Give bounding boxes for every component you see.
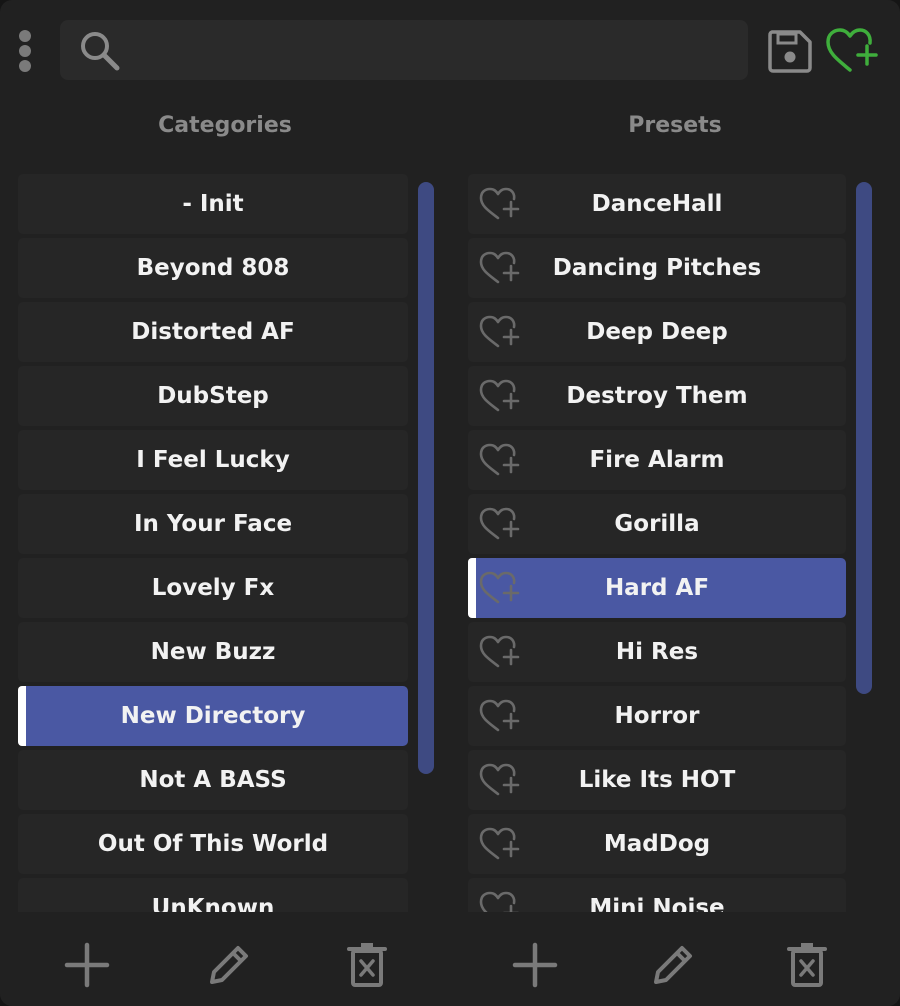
heart-plus-icon[interactable] — [478, 314, 522, 350]
preset-item[interactable]: Destroy Them — [468, 366, 846, 426]
heart-plus-icon[interactable] — [478, 762, 522, 798]
plus-icon[interactable] — [512, 942, 558, 988]
category-item[interactable]: Distorted AF — [18, 302, 408, 362]
category-item[interactable]: - Init — [18, 174, 408, 234]
preset-item[interactable]: Horror — [468, 686, 846, 746]
trash-icon[interactable] — [786, 942, 828, 988]
preset-item[interactable]: DanceHall — [468, 174, 846, 234]
category-item[interactable]: Lovely Fx — [18, 558, 408, 618]
item-label: Not A BASS — [139, 767, 287, 793]
heart-plus-icon[interactable] — [478, 826, 522, 862]
trash-icon[interactable] — [346, 942, 388, 988]
item-label: Beyond 808 — [136, 255, 290, 281]
bottom-toolbar — [0, 920, 900, 1006]
item-label: UnKnown — [151, 895, 275, 912]
item-label: Lovely Fx — [151, 575, 275, 601]
preset-browser: Categories Presets - Init Beyond 808 Disto… — [0, 0, 900, 1006]
heart-plus-icon[interactable] — [478, 890, 522, 912]
category-item[interactable]: Beyond 808 — [18, 238, 408, 298]
item-label: - Init — [182, 191, 244, 217]
preset-item[interactable]: Deep Deep — [468, 302, 846, 362]
categories-header: Categories — [158, 113, 292, 138]
category-item[interactable]: UnKnown — [18, 878, 408, 912]
item-label: Destroy Them — [566, 383, 748, 409]
heart-plus-icon[interactable] — [478, 250, 522, 286]
item-label: Distorted AF — [131, 319, 295, 345]
preset-item[interactable]: Gorilla — [468, 494, 846, 554]
search-icon — [81, 32, 120, 71]
item-label: Like Its HOT — [578, 767, 736, 793]
item-label: Fire Alarm — [589, 447, 725, 473]
pencil-icon[interactable] — [650, 942, 696, 988]
heart-plus-icon[interactable] — [478, 378, 522, 414]
heart-plus-icon[interactable] — [478, 186, 522, 222]
vertical-dots-icon[interactable] — [10, 28, 40, 74]
preset-item[interactable]: Hi Res — [468, 622, 846, 682]
item-label: DubStep — [157, 383, 269, 409]
item-label: Out Of This World — [97, 831, 329, 857]
categories-list: - Init Beyond 808 Distorted AF DubStep I Fee… — [18, 174, 408, 912]
categories-scrollbar[interactable] — [418, 182, 434, 774]
presets-list: DanceHall Dancing Pitches Deep Deep Destroy… — [468, 174, 846, 912]
floppy-disk-icon[interactable] — [766, 28, 814, 74]
preset-item[interactable]: Hard AF — [468, 558, 846, 618]
category-item[interactable]: Not A BASS — [18, 750, 408, 810]
item-label: I Feel Lucky — [136, 447, 290, 473]
item-label: MadDog — [603, 831, 711, 857]
item-label: Hi Res — [615, 639, 699, 665]
item-label: In Your Face — [133, 511, 293, 537]
item-label: Deep Deep — [586, 319, 728, 345]
heart-plus-icon[interactable] — [478, 570, 522, 606]
preset-item[interactable]: Mini Noise — [468, 878, 846, 912]
category-item[interactable]: Out Of This World — [18, 814, 408, 874]
search-bar[interactable] — [60, 20, 748, 80]
item-label: DanceHall — [591, 191, 723, 217]
heart-plus-icon[interactable] — [478, 634, 522, 670]
search-input[interactable] — [132, 30, 736, 72]
item-label: Dancing Pitches — [552, 255, 762, 281]
presets-scroll-thumb[interactable] — [856, 182, 872, 694]
categories-scroll-thumb[interactable] — [418, 182, 434, 774]
category-item[interactable]: In Your Face — [18, 494, 408, 554]
category-item[interactable]: I Feel Lucky — [18, 430, 408, 490]
preset-item[interactable]: Fire Alarm — [468, 430, 846, 490]
heart-plus-icon[interactable] — [478, 506, 522, 542]
heart-plus-icon[interactable] — [478, 442, 522, 478]
item-label: Gorilla — [614, 511, 700, 537]
presets-header: Presets — [628, 113, 722, 138]
item-label: New Directory — [120, 703, 306, 729]
heart-plus-icon[interactable] — [824, 26, 880, 76]
heart-plus-icon[interactable] — [478, 698, 522, 734]
item-label: New Buzz — [150, 639, 276, 665]
pencil-icon[interactable] — [206, 942, 252, 988]
category-item[interactable]: New Directory — [18, 686, 408, 746]
category-item[interactable]: DubStep — [18, 366, 408, 426]
category-item[interactable]: New Buzz — [18, 622, 408, 682]
preset-item[interactable]: MadDog — [468, 814, 846, 874]
presets-scrollbar[interactable] — [856, 182, 872, 694]
item-label: Mini Noise — [589, 895, 725, 912]
preset-item[interactable]: Dancing Pitches — [468, 238, 846, 298]
preset-item[interactable]: Like Its HOT — [468, 750, 846, 810]
item-label: Hard AF — [604, 575, 710, 601]
item-label: Horror — [614, 703, 700, 729]
plus-icon[interactable] — [64, 942, 110, 988]
